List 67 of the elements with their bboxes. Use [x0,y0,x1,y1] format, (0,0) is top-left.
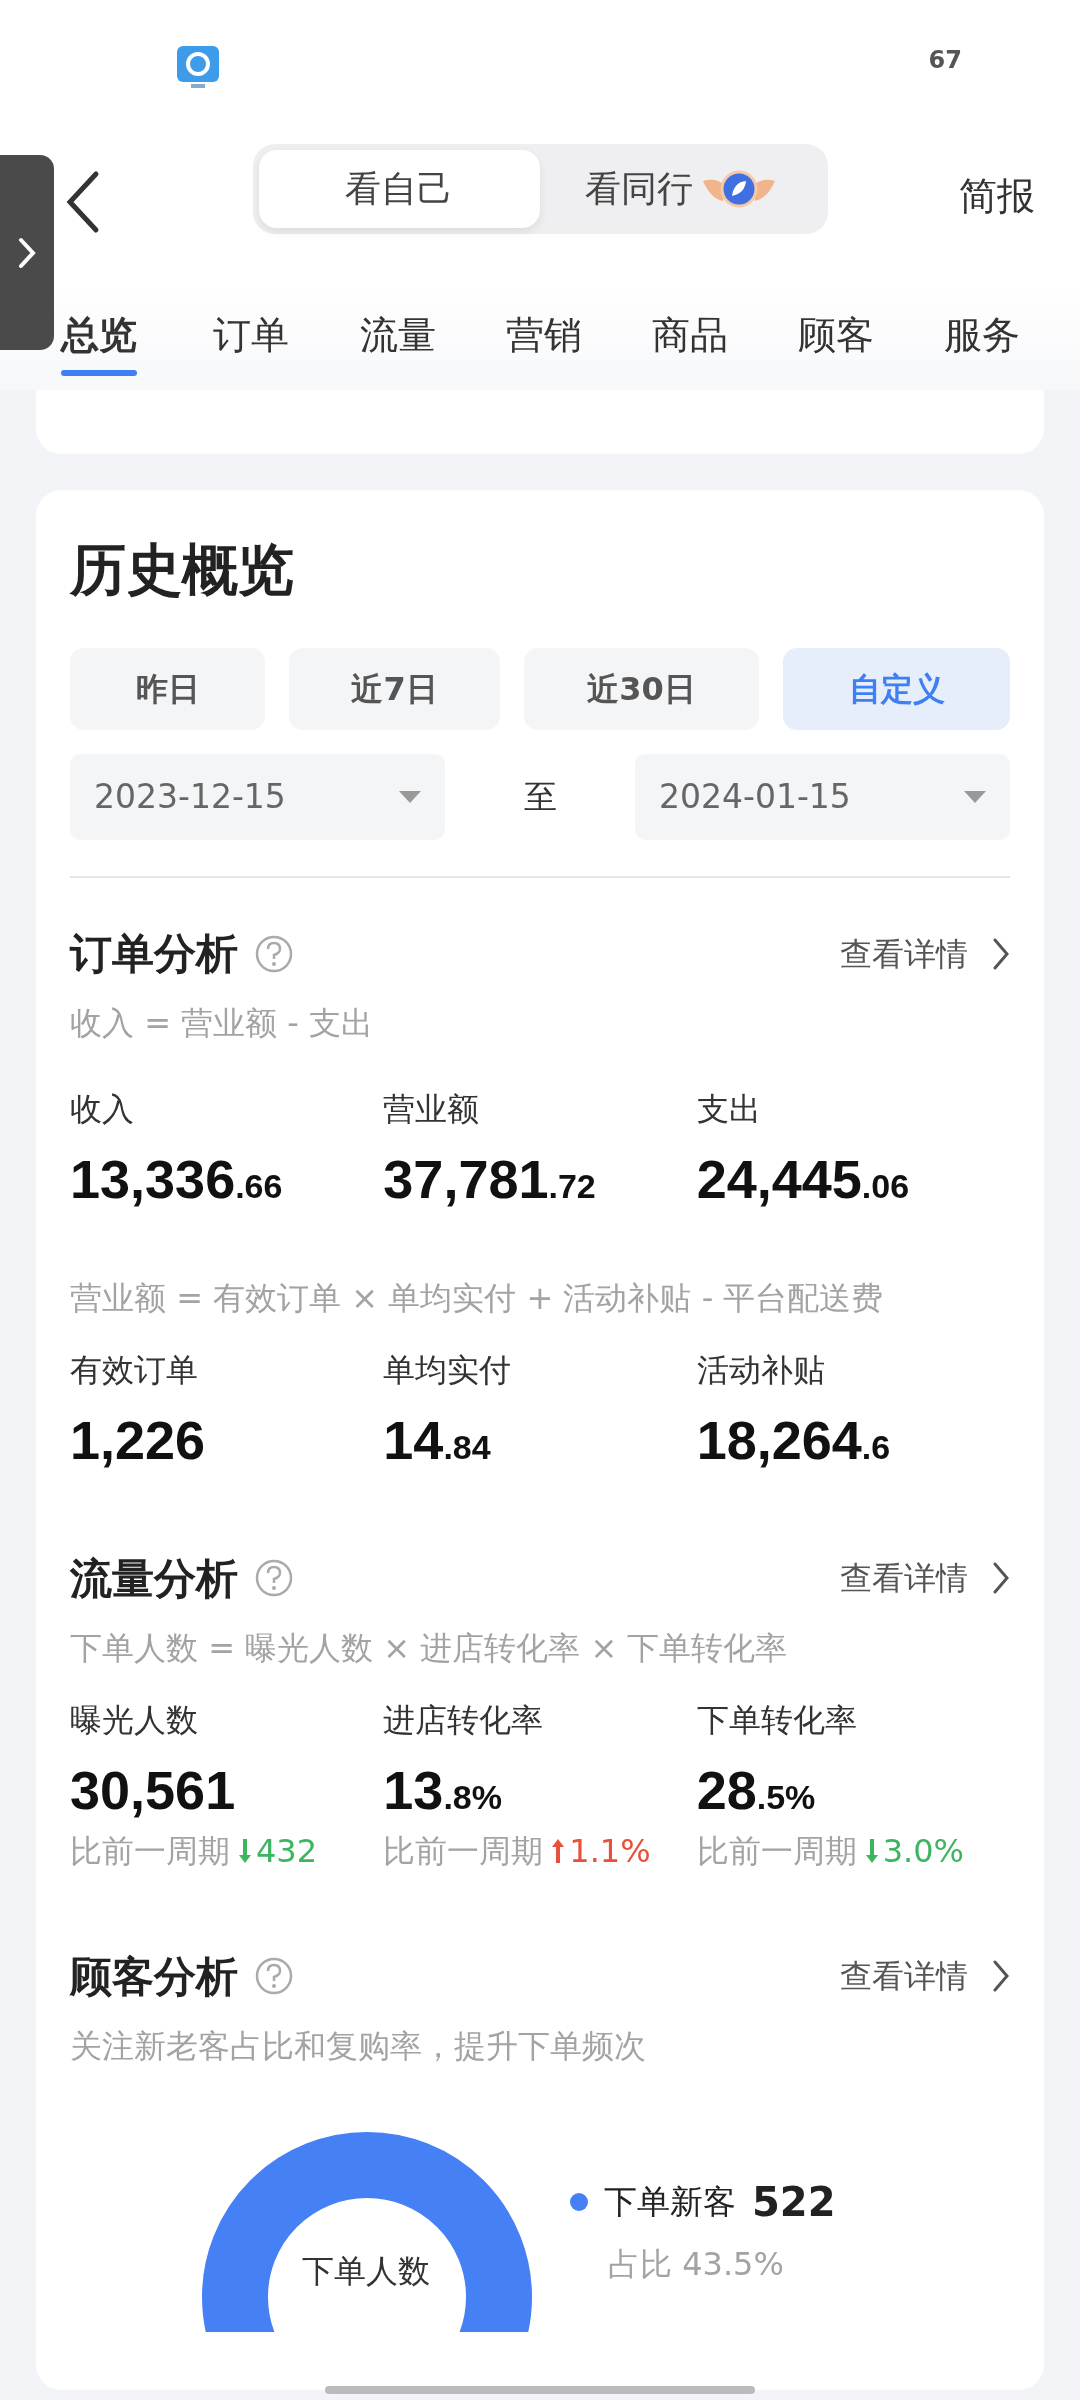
metric-label: 单均实付 [383,1349,513,1391]
chevron-right-icon [992,1561,1010,1596]
section-title: 订单分析 [70,928,238,980]
tab[interactable]: 服务 [944,280,1021,390]
legend-share: 占比 43.5% [608,2243,785,2285]
metric-label: 进店转化率 [383,1699,545,1741]
chevron-right-icon [992,936,1010,971]
segment-tab[interactable]: 看同行 [540,150,822,228]
metric-value: 30,561 [70,1758,237,1822]
section-subtitle: 关注新老客占比和复购率，提升下单频次 [70,2025,647,2067]
section-title: 顾客分析 [70,1950,238,2003]
tab[interactable]: 营销 [505,280,582,390]
metric-value: 13,336.66 [70,1148,284,1211]
metric-label: 支出 [696,1089,762,1130]
metric-label: 曝光人数 [70,1699,199,1741]
legend-value: 522 [752,2177,836,2227]
metric-value: 24,445.06 [696,1148,911,1211]
change-value: 1.1% [569,1830,651,1872]
view-details-link[interactable]: 查看详情 [840,1554,1010,1603]
app-icon [175,44,221,90]
legend-label: 下单新客 [604,2180,736,2223]
help-icon [254,933,294,974]
section-title: 历史概览 [70,536,295,604]
metric-label: 活动补贴 [696,1349,826,1391]
tab[interactable]: 流量 [359,280,436,390]
metric-value: 18,264.6 [696,1408,892,1472]
chart-center-label: 下单人数 [302,2250,430,2292]
metric-label: 下单转化率 [696,1699,858,1741]
metric-value: 13.8% [383,1758,503,1822]
comparison-label: 比前一周期 [383,1830,544,1872]
section-title: 流量分析 [70,1552,238,1605]
metric-value: 37,781.72 [383,1148,597,1211]
caret-down-icon [964,791,986,803]
date-separator: 至 [523,776,557,819]
help-icon [254,1558,294,1599]
metric-value: 1,226 [70,1408,207,1472]
date-dropdown[interactable]: 2023-12-15 [70,754,445,840]
help-icon [254,1956,294,1997]
comparison-label: 比前一周期 [696,1830,857,1872]
date-dropdown[interactable]: 2024-01-15 [635,754,1010,840]
formula-text: 收入 = 营业额 - 支出 [70,1003,375,1044]
brief-link[interactable]: 简报 [959,168,1035,225]
metric-value: 28.5% [696,1758,817,1822]
side-drawer-handle[interactable] [0,155,54,350]
period-button[interactable]: 近30日 [524,648,760,730]
caret-down-icon [399,791,421,803]
period-button[interactable]: 昨日 [70,648,266,730]
period-button[interactable]: 近7日 [289,648,501,730]
view-details-link[interactable]: 查看详情 [840,1952,1010,2001]
view-details-link[interactable]: 查看详情 [840,929,1010,978]
formula-text: 营业额 = 有效订单 × 单均实付 + 活动补贴 - 平台配送费 [70,1277,885,1319]
change-value: 432 [256,1830,318,1872]
metric-value: 14.84 [383,1408,492,1472]
chevron-right-icon [17,235,37,270]
metric-label: 有效订单 [70,1349,199,1391]
change-value: 3.0% [882,1830,964,1872]
metric-label: 收入 [70,1089,135,1130]
tab[interactable]: 订单 [213,280,290,390]
metric-label: 营业额 [383,1089,481,1130]
tab[interactable]: 顾客 [798,280,875,390]
tab[interactable]: 总览 [60,280,137,390]
comparison-label: 比前一周期 [70,1830,230,1872]
battery-level-text: 67 [928,45,962,76]
tab[interactable]: 商品 [651,280,728,390]
chevron-right-icon [992,1959,1010,1994]
segment-tab[interactable]: 看自己 [258,150,540,228]
formula-text: 下单人数 = 曝光人数 × 进店转化率 × 下单转化率 [70,1627,789,1669]
